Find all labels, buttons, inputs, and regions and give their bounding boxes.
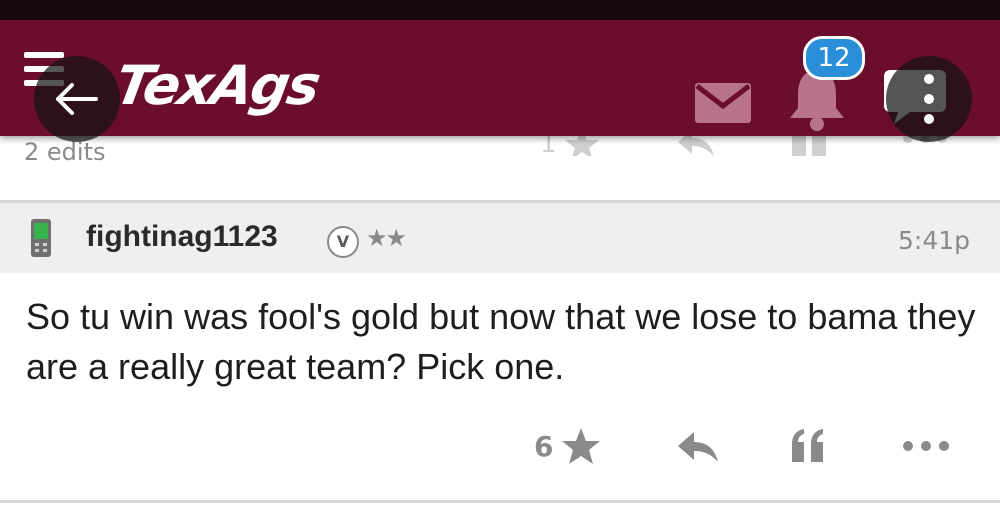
overflow-dot (924, 74, 934, 84)
more-dots-icon (903, 441, 949, 451)
overflow-menu-button[interactable] (886, 56, 972, 142)
quote-icon (792, 429, 823, 462)
star-button[interactable]: 6 (534, 424, 601, 468)
star-count: 6 (534, 429, 554, 463)
overflow-dot (924, 94, 934, 104)
rank-stars: ★★ (366, 224, 407, 252)
more-options-button[interactable] (900, 424, 952, 468)
mail-icon[interactable] (694, 82, 752, 128)
quote-button[interactable] (788, 424, 828, 468)
post-time: 5:41p (897, 226, 970, 255)
post-username[interactable]: fightinag1123 (86, 220, 278, 254)
status-bar (0, 0, 1000, 20)
back-arrow-icon (56, 83, 98, 115)
post-body: So tu win was fool's gold but now that w… (26, 296, 976, 387)
notification-count-badge[interactable]: 12 (803, 36, 865, 80)
previous-post-edits[interactable]: 2 edits (24, 138, 105, 166)
reply-button[interactable] (676, 424, 720, 468)
phone-device-icon (30, 218, 52, 262)
verified-badge: V (327, 226, 359, 258)
overflow-dot (924, 114, 934, 124)
back-button[interactable] (34, 56, 120, 142)
star-icon (562, 428, 601, 464)
post-divider (0, 500, 1000, 503)
reply-icon (678, 432, 718, 462)
site-logo[interactable]: TexAgs (110, 54, 323, 117)
previous-post (0, 138, 1000, 200)
